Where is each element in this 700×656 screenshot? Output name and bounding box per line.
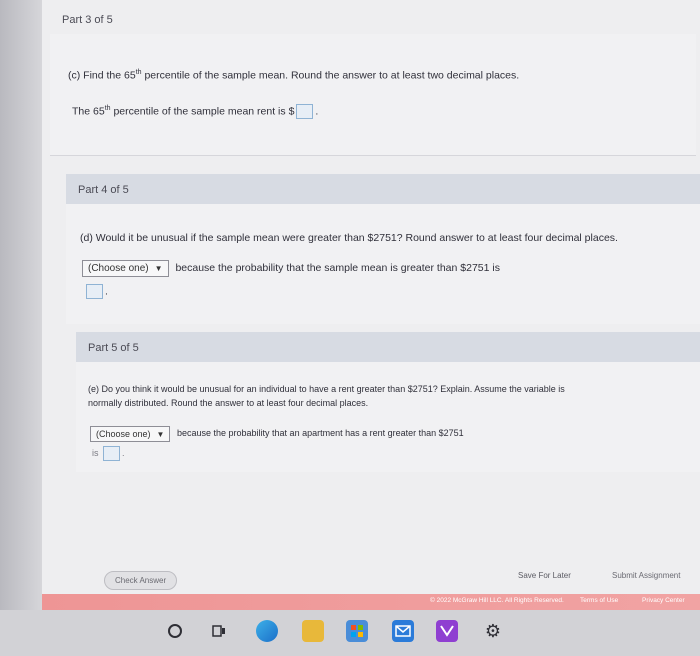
terms-link[interactable]: Terms of Use [580,597,618,604]
part-5-probability-input[interactable] [103,446,121,461]
footer-bar: © 2022 McGraw Hill LLC. All Rights Reser… [42,594,700,610]
part-4-title: Part 4 of 5 [78,184,129,196]
dropdown-arrow-icon: ▼ [154,264,163,273]
part-3-question: (c) Find the 65th percentile of the samp… [68,69,520,82]
save-for-later-link[interactable]: Save For Later [518,571,571,580]
mail-icon[interactable] [392,620,414,642]
part-4-body: (d) Would it be unusual if the sample me… [66,204,700,324]
part-3-header: Part 3 of 5 [50,4,696,34]
part-5-title: Part 5 of 5 [88,342,139,354]
part-4-question: (d) Would it be unusual if the sample me… [80,232,618,244]
taskbar: ⚙ [0,610,700,656]
part-3-title: Part 3 of 5 [62,14,113,26]
search-circle-icon[interactable] [164,620,186,642]
settings-icon[interactable]: ⚙ [482,620,504,642]
part-5-question-line-1: (e) Do you think it would be unusual for… [88,384,565,394]
submit-assignment-link[interactable]: Submit Assignment [612,571,680,580]
part-5-choose-select[interactable]: (Choose one) ▼ [90,426,171,442]
file-explorer-icon[interactable] [302,620,324,642]
left-margin [0,0,42,610]
part-4-choose-select[interactable]: (Choose one) ▼ [82,260,169,277]
part-5-header: Part 5 of 5 [76,332,700,362]
privacy-link[interactable]: Privacy Center [642,597,685,604]
store-icon[interactable] [346,620,368,642]
copyright-text: © 2022 McGraw Hill LLC. All Rights Reser… [430,597,564,604]
currency-symbol: $ [288,105,295,118]
part-5-probability-row: is . [92,446,125,461]
edge-icon[interactable] [256,620,278,642]
part-3-body: (c) Find the 65th percentile of the samp… [50,34,696,156]
part-4-probability-row: . [84,284,108,299]
part-4-probability-input[interactable] [86,284,103,299]
part-5-body: (e) Do you think it would be unusual for… [76,362,700,472]
check-answer-button[interactable]: Check Answer [104,571,178,590]
task-view-icon[interactable] [208,620,230,642]
part-5-answer-row: (Choose one) ▼ because the probability th… [90,426,464,442]
app-icon[interactable] [436,620,458,642]
part-3-answer-row: The 65th percentile of the sample mean r… [72,104,319,119]
dropdown-arrow-icon: ▼ [156,430,165,439]
assignment-page: Part 3 of 5 (c) Find the 65th percentile… [42,0,700,610]
percentile-answer-input[interactable] [296,104,314,119]
part-4-header: Part 4 of 5 [66,174,700,204]
part-5-question-line-2: normally distributed. Round the answer t… [88,398,369,408]
part-4-answer-row: (Choose one) ▼ because the probability th… [82,260,500,277]
